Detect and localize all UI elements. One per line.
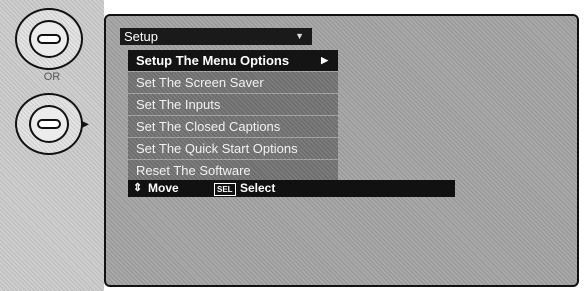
menu-button-label <box>37 34 61 44</box>
sel-badge: SEL <box>214 183 236 196</box>
navigation-button-center <box>29 105 69 143</box>
remote-panel: OR ▶ <box>0 0 104 291</box>
menu-button[interactable] <box>15 8 83 70</box>
select-label: Select <box>240 181 276 195</box>
menu-item-label: Setup The Menu Options <box>136 53 290 68</box>
navigation-button-pill <box>37 119 61 129</box>
menu-title-bar: Setup ▼ <box>120 28 312 45</box>
menu-item-inputs[interactable]: Set The Inputs <box>128 94 338 115</box>
menu-title: Setup <box>124 29 158 44</box>
menu-button-center <box>29 20 69 58</box>
menu-item-label: Set The Quick Start Options <box>136 141 298 156</box>
menu-item-label: Set The Closed Captions <box>136 119 281 134</box>
menu-item-screen-saver[interactable]: Set The Screen Saver <box>128 72 338 93</box>
menu-item-label: Set The Inputs <box>136 97 221 112</box>
menu-item-label: Reset The Software <box>136 163 251 178</box>
chevron-down-icon: ▼ <box>295 31 304 41</box>
or-label: OR <box>43 71 61 83</box>
submenu-arrow-icon: ▶ <box>321 55 328 65</box>
menu-item-closed-captions[interactable]: Set The Closed Captions <box>128 116 338 137</box>
menu-item-reset-software[interactable]: Reset The Software <box>128 160 338 181</box>
menu-item-quick-start-options[interactable]: Set The Quick Start Options <box>128 138 338 159</box>
menu-item-label: Set The Screen Saver <box>136 75 264 90</box>
right-arrow-icon: ▶ <box>81 119 89 130</box>
navigation-button[interactable]: ▶ <box>15 93 89 155</box>
move-arrows-icon: ⇕ <box>133 182 143 194</box>
menu-item-setup-menu-options[interactable]: Setup The Menu Options ▶ <box>128 50 338 71</box>
move-label: Move <box>148 181 179 195</box>
menu-footer: ⇕ Move SEL Select <box>128 180 455 197</box>
